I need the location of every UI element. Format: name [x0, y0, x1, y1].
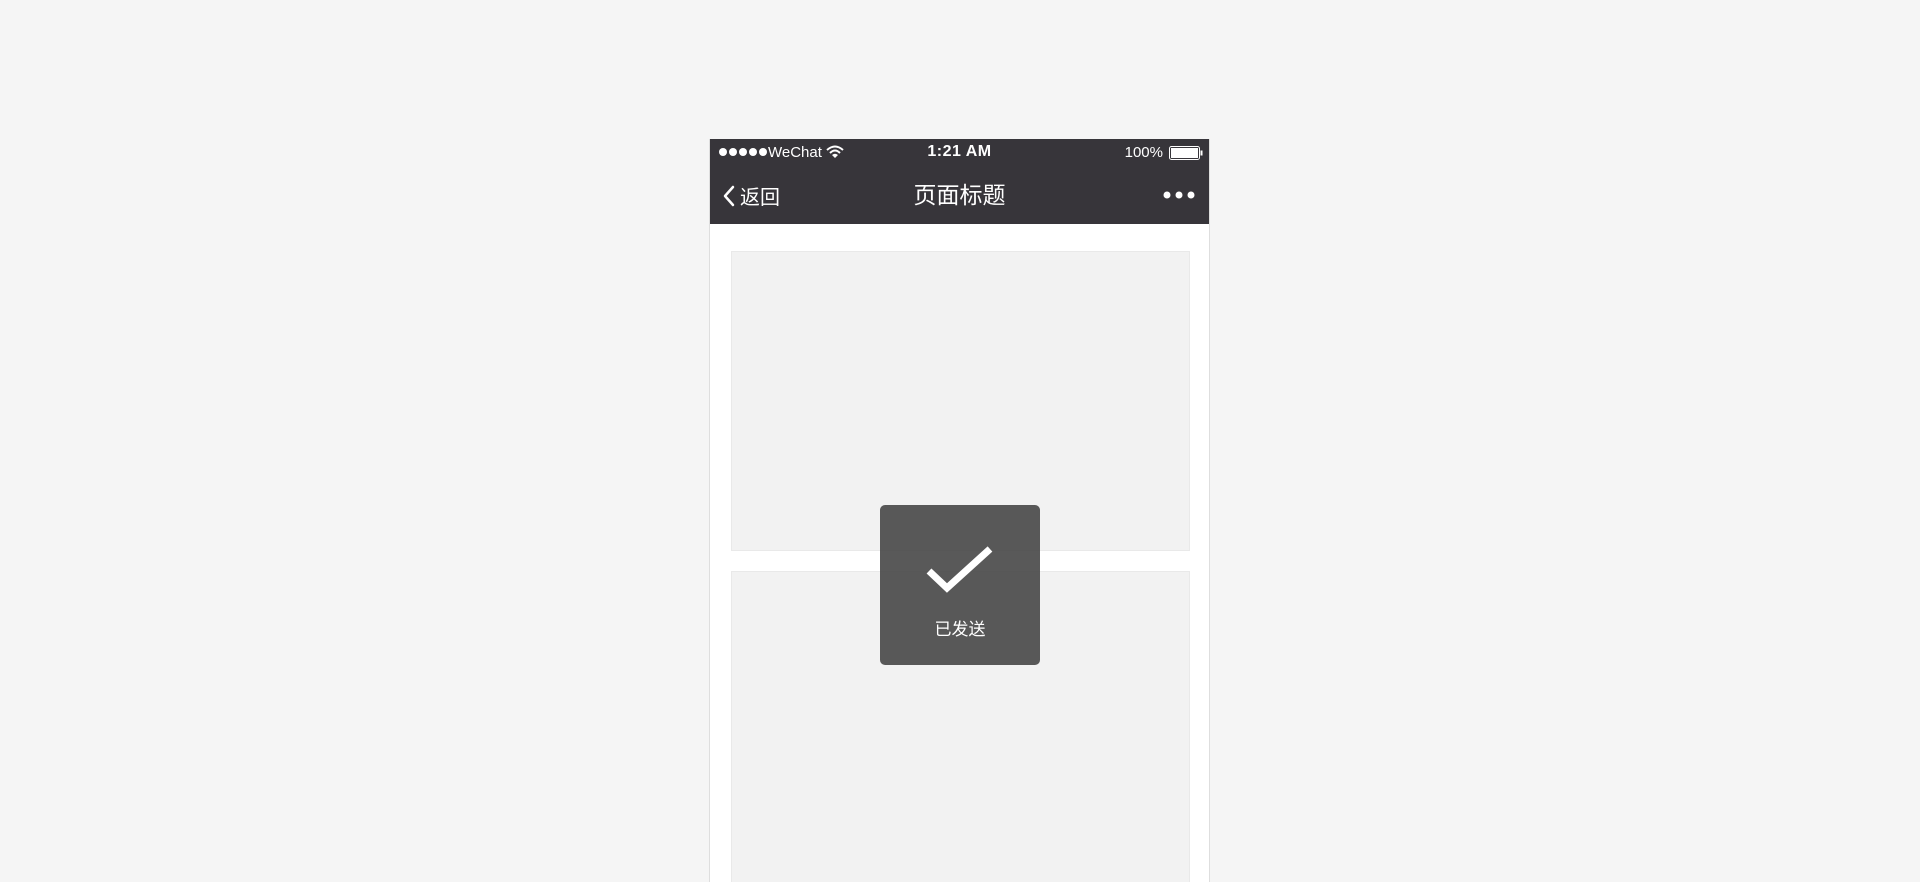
- more-dots-icon[interactable]: [1163, 187, 1195, 203]
- chevron-left-icon: [723, 185, 735, 206]
- page-background: WeChat 1:21 AM 100% 返回 页面标题 已发送: [0, 0, 1920, 882]
- checkmark-icon: [926, 546, 993, 593]
- navigation-bar: 返回 页面标题: [710, 167, 1209, 224]
- battery-icon: [1169, 146, 1203, 160]
- page-title: 页面标题: [913, 182, 1006, 208]
- toast-message: 已发送: [934, 620, 986, 639]
- header: WeChat 1:21 AM 100% 返回 页面标题: [710, 139, 1209, 224]
- battery-percentage: 100%: [1124, 144, 1163, 161]
- toast: 已发送: [880, 505, 1040, 665]
- back-button[interactable]: 返回: [722, 167, 780, 224]
- back-label: 返回: [740, 187, 780, 209]
- status-bar: WeChat 1:21 AM 100%: [710, 139, 1209, 167]
